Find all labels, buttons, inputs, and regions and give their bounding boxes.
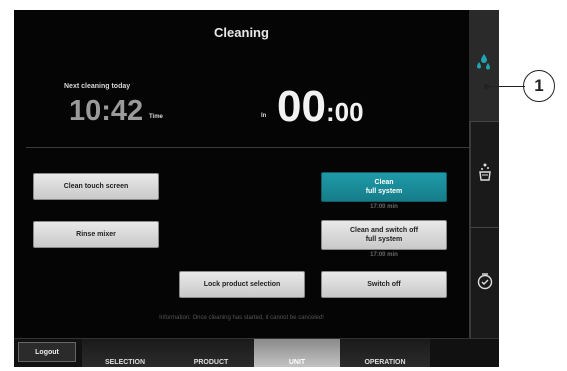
callout-line	[485, 86, 525, 87]
bottom-nav: Logout SELECTION PRODUCT UNIT OPERATION	[14, 338, 499, 367]
clean-full-system-duration: 17:00 min	[370, 204, 398, 210]
timer-check-icon	[476, 272, 494, 295]
time-unit-label: Time	[149, 114, 163, 120]
logout-button[interactable]: Logout	[18, 342, 76, 362]
clean-touch-screen-label: Clean touch screen	[63, 183, 129, 190]
clean-full-system-button[interactable]: Clean full system	[321, 172, 447, 202]
cleaning-screen: Cleaning Next cleaning today 10:42 Time …	[14, 10, 499, 367]
clean-switch-off-duration: 17:00 min	[370, 252, 398, 258]
tab-selection[interactable]: SELECTION	[82, 339, 168, 367]
clean-switch-off-button[interactable]: Clean and switch off full system	[321, 220, 447, 250]
lock-product-selection-button[interactable]: Lock product selection	[179, 271, 305, 298]
clean-switch-off-label: Clean and switch off full system	[349, 227, 419, 243]
clean-full-system-label: Clean full system	[365, 179, 403, 195]
countdown-hours: 00	[277, 82, 326, 131]
cleaning-cup-icon	[478, 162, 492, 187]
rinse-mixer-button[interactable]: Rinse mixer	[33, 221, 159, 248]
lock-product-selection-label: Lock product selection	[203, 281, 281, 288]
next-cleaning-time: 10:42	[69, 95, 144, 127]
sidebar-item-cleaning[interactable]	[469, 10, 499, 122]
switch-off-label: Switch off	[367, 281, 401, 288]
divider	[26, 147, 469, 148]
page-title: Cleaning	[214, 25, 269, 40]
callout-number: 1	[523, 70, 555, 102]
countdown-display: 00:00	[277, 82, 364, 132]
tab-operation[interactable]: OPERATION	[340, 339, 430, 367]
sidebar-item-timer[interactable]	[469, 228, 499, 338]
tab-product[interactable]: PRODUCT	[168, 339, 254, 367]
info-message: Information: Once cleaning has started, …	[159, 315, 324, 321]
sidebar-item-cup-cleaning[interactable]	[469, 122, 499, 228]
countdown-minutes: :00	[325, 97, 364, 127]
next-cleaning-label: Next cleaning today	[64, 83, 131, 90]
rinse-mixer-label: Rinse mixer	[76, 231, 116, 238]
main-panel: Cleaning Next cleaning today 10:42 Time …	[14, 10, 469, 338]
water-drops-icon	[476, 53, 492, 78]
tab-unit[interactable]: UNIT	[254, 339, 340, 367]
switch-off-button[interactable]: Switch off	[321, 271, 447, 298]
clean-touch-screen-button[interactable]: Clean touch screen	[33, 173, 159, 200]
in-label: In	[261, 113, 267, 119]
sidebar	[469, 10, 499, 338]
